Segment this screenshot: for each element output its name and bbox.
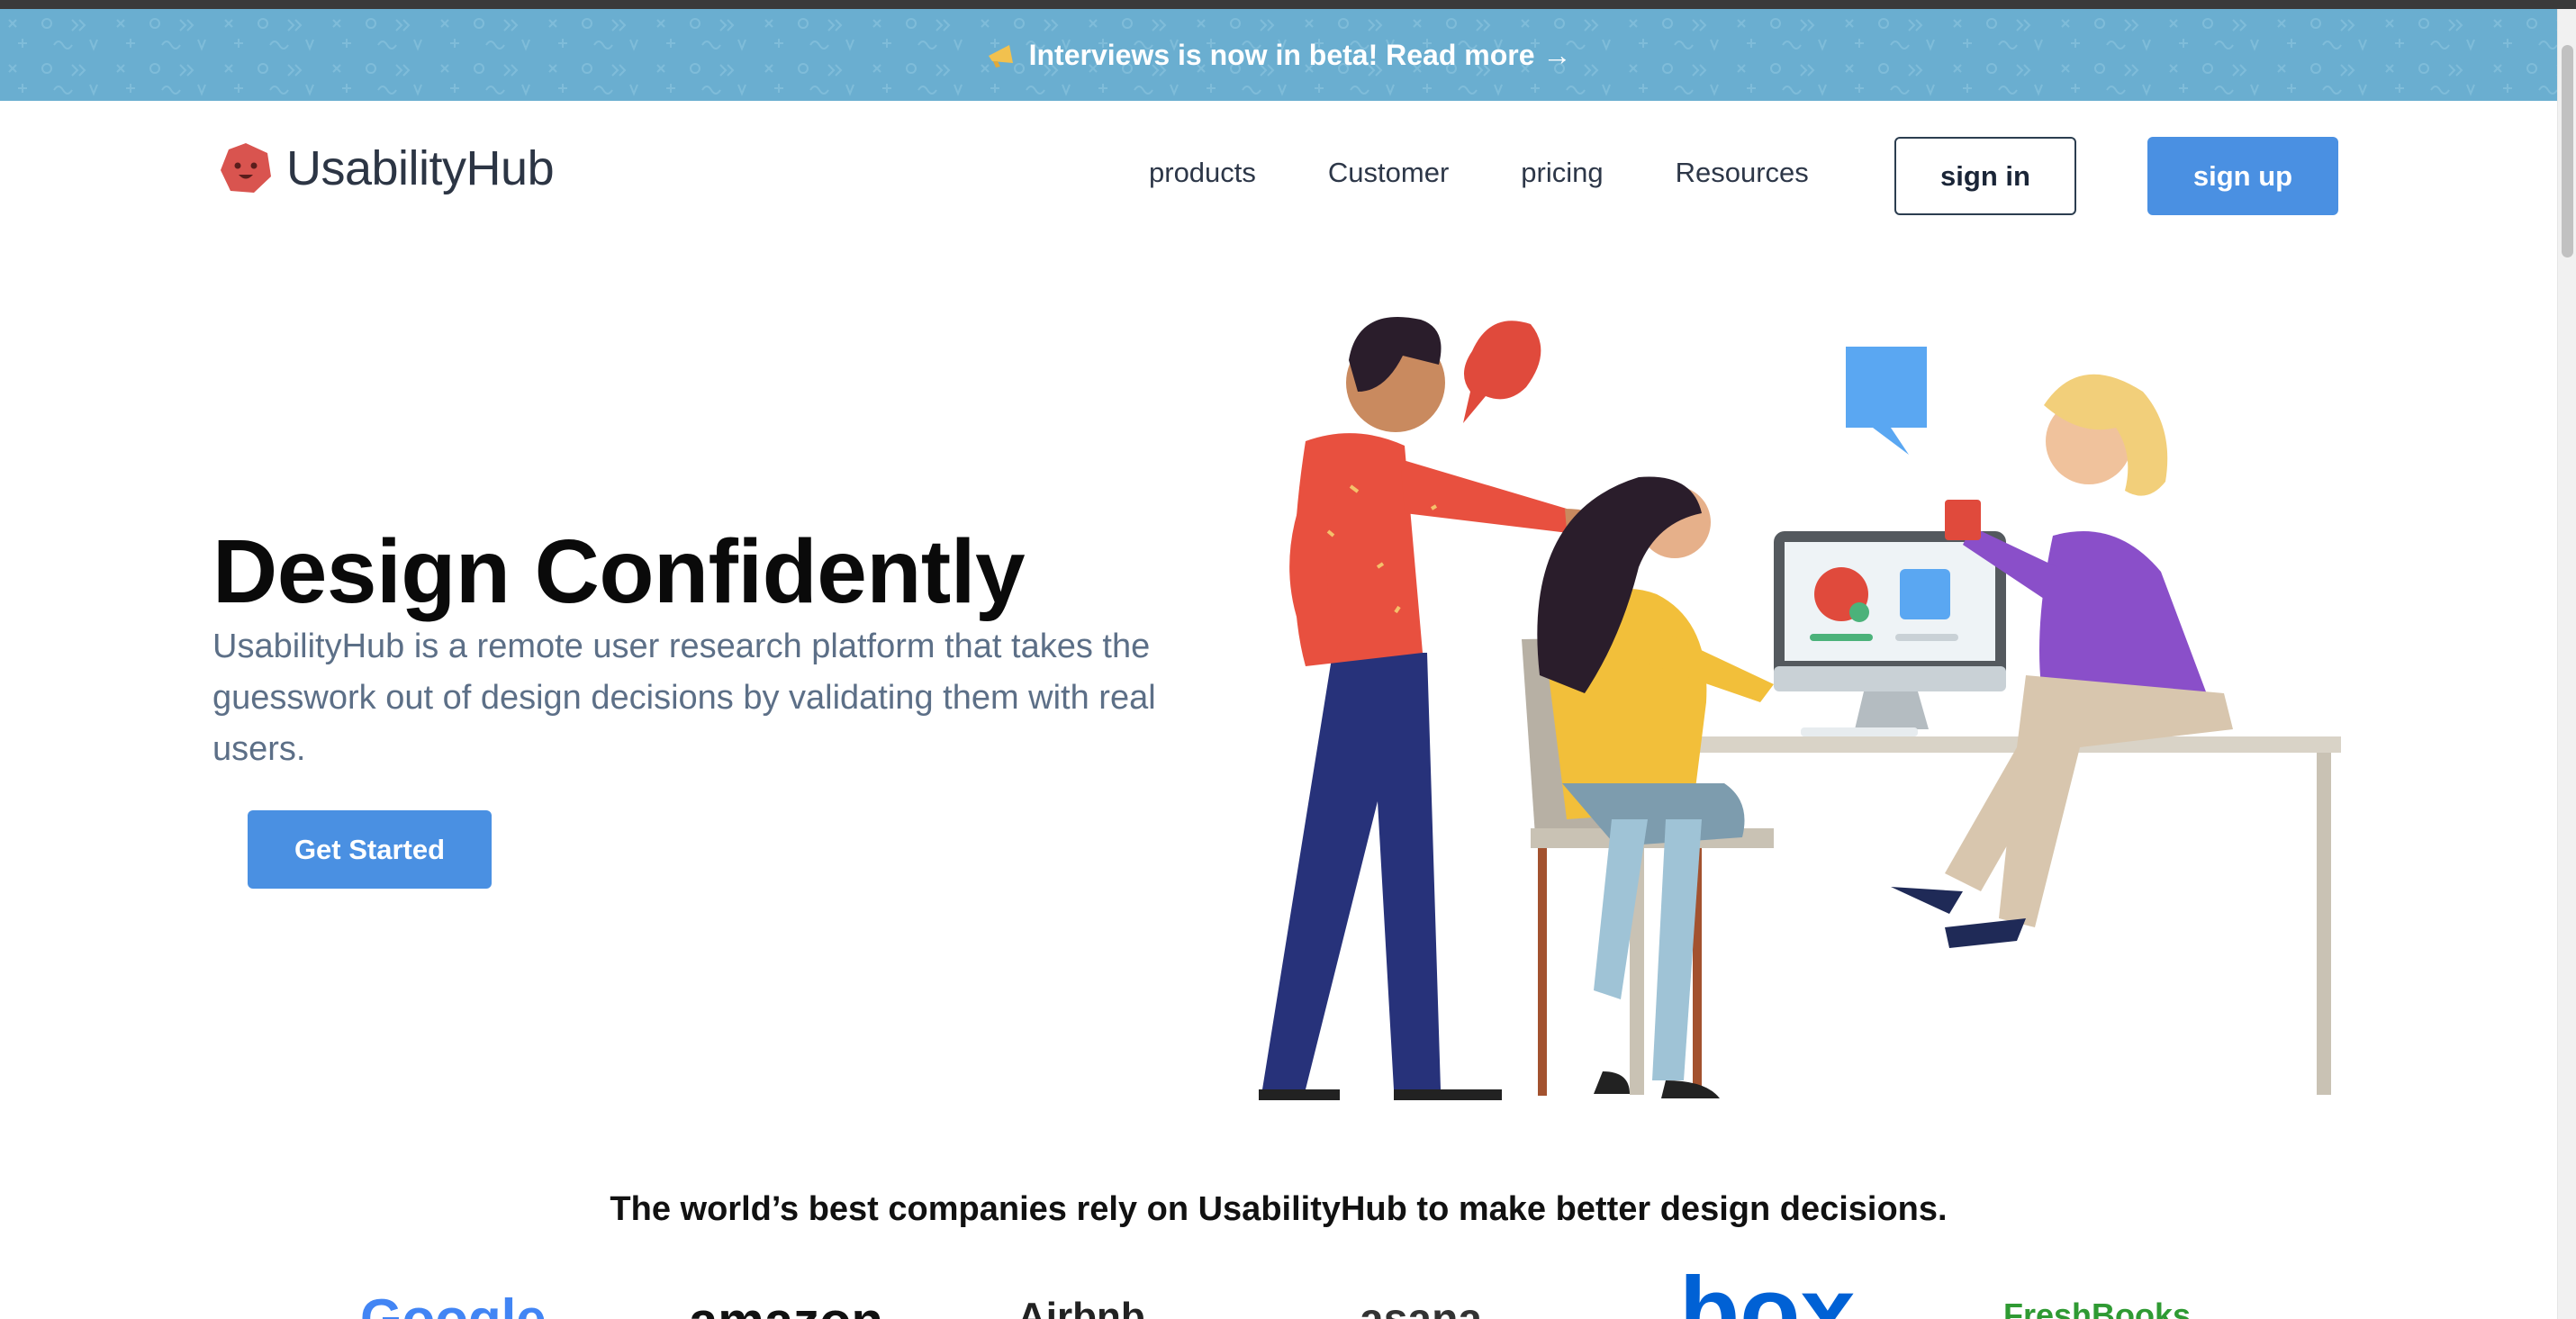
- desk-leg-right: [2317, 753, 2331, 1095]
- sign-up-button[interactable]: sign up: [2147, 137, 2338, 215]
- usabilityhub-logo-icon: [221, 143, 271, 193]
- banner-read-more-link[interactable]: Interviews is now in beta! Read more →: [986, 38, 1572, 72]
- scrollbar-thumb[interactable]: [2562, 45, 2573, 257]
- customer-logos-row: Google amazon Airbnb asana box FreshBook…: [0, 1260, 2557, 1319]
- nav-links: products Customer pricing Resources: [1149, 157, 1809, 189]
- monitor: [1774, 531, 2006, 736]
- browser-top-strip: [0, 0, 2576, 9]
- nav-link-customer[interactable]: Customer: [1328, 157, 1449, 189]
- banner-text: Interviews is now in beta! Read more →: [1028, 38, 1572, 71]
- customer-logo-google: Google: [360, 1288, 547, 1319]
- desk-top: [1675, 736, 2341, 753]
- logo-wordmark: UsabilityHub: [286, 141, 555, 195]
- hero-subtitle: UsabilityHub is a remote user research p…: [212, 628, 1156, 768]
- hero-illustration: [1259, 317, 2341, 1100]
- page-scrollbar[interactable]: [2557, 9, 2576, 1319]
- sign-in-button[interactable]: sign in: [1894, 137, 2076, 215]
- hero-title: Design Confidently: [212, 521, 1026, 622]
- seated-woman-figure: [1537, 476, 1774, 1098]
- nav-link-products[interactable]: products: [1149, 157, 1256, 189]
- nav-link-resources[interactable]: Resources: [1676, 157, 1809, 189]
- customer-logo-asana: asana: [1360, 1295, 1482, 1319]
- customer-logo-airbnb: Airbnb: [1017, 1295, 1145, 1319]
- top-navigation: UsabilityHub products Customer pricing R…: [0, 101, 2557, 248]
- customer-logo-amazon: amazon: [689, 1291, 883, 1319]
- announcement-banner: Interviews is now in beta! Read more →: [0, 9, 2557, 101]
- customer-logo-freshbooks: FreshBooks: [2003, 1296, 2192, 1319]
- nav-link-pricing[interactable]: pricing: [1521, 157, 1603, 189]
- logo-link[interactable]: UsabilityHub: [218, 140, 555, 196]
- trust-headline: The world’s best companies rely on Usabi…: [610, 1190, 1948, 1228]
- megaphone-icon: [988, 45, 1013, 68]
- get-started-button[interactable]: Get Started: [248, 810, 492, 889]
- customer-logo-box: box: [1679, 1260, 1856, 1319]
